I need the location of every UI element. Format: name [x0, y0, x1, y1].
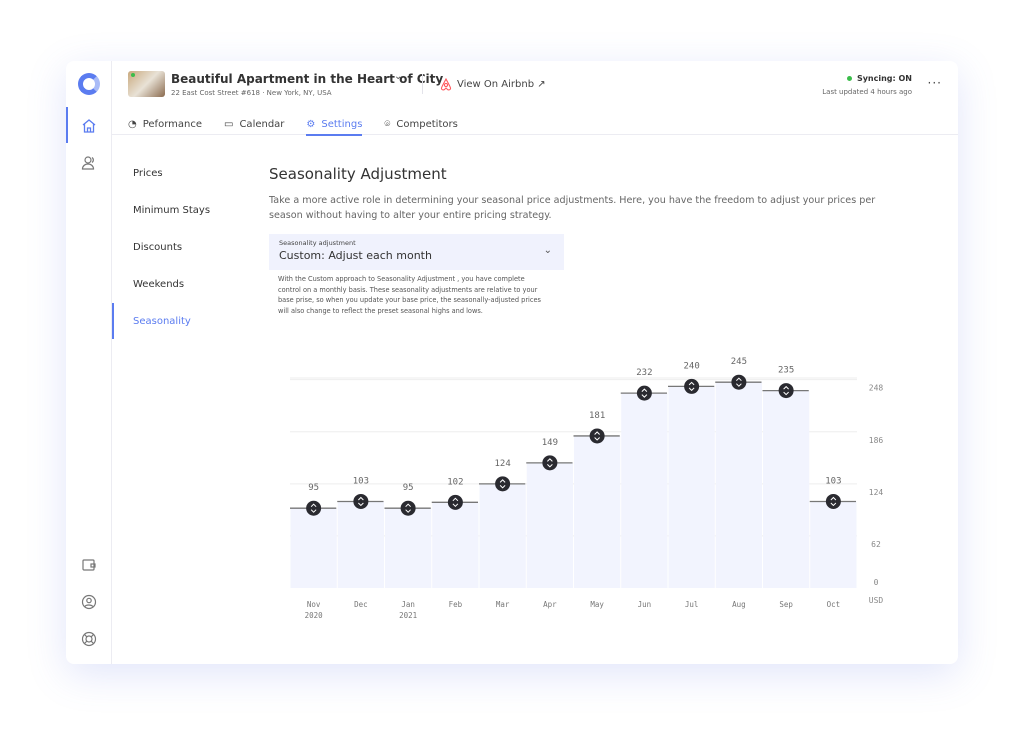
- bar: [432, 502, 479, 588]
- data-label: 245: [731, 357, 747, 367]
- y-tick-label: 0: [874, 578, 879, 587]
- x-tick-label: Jul: [685, 600, 699, 609]
- drag-handle[interactable]: [778, 383, 794, 399]
- x-tick-label: Jan: [401, 600, 415, 609]
- bar: [290, 508, 337, 588]
- data-label: 149: [542, 438, 558, 448]
- bar: [479, 483, 526, 588]
- x-tick-label: Dec: [354, 600, 368, 609]
- seasonality-chart: 0 62 124 186 248 USD 95 Nov 2020 103 Dec 95 Jan 2021 1…: [290, 357, 884, 620]
- drag-handle[interactable]: [542, 455, 558, 471]
- drag-handle[interactable]: [731, 374, 747, 390]
- y-tick-label: 248: [869, 384, 884, 393]
- data-label: 95: [403, 483, 414, 493]
- x-tick-year: 2020: [305, 611, 324, 620]
- data-label: 95: [308, 483, 319, 493]
- data-label: 103: [825, 476, 841, 486]
- drag-handle[interactable]: [400, 500, 416, 516]
- bar: [385, 508, 432, 588]
- data-label: 235: [778, 366, 794, 376]
- data-label: 181: [589, 411, 605, 421]
- drag-handle[interactable]: [495, 476, 511, 492]
- bar: [574, 435, 621, 588]
- bar: [763, 390, 810, 588]
- drag-handle[interactable]: [589, 428, 605, 444]
- y-axis-label: USD: [869, 596, 884, 605]
- drag-handle[interactable]: [684, 378, 700, 394]
- y-tick-label: 124: [869, 488, 884, 497]
- x-tick-label: Feb: [449, 600, 463, 609]
- x-tick-year: 2021: [399, 611, 417, 620]
- x-tick-label: Oct: [827, 600, 841, 609]
- x-tick-label: Jun: [638, 600, 652, 609]
- y-tick-label: 186: [869, 436, 884, 445]
- bar: [337, 501, 384, 588]
- data-label: 103: [353, 476, 369, 486]
- drag-handle[interactable]: [353, 493, 369, 509]
- drag-handle[interactable]: [306, 500, 322, 516]
- x-tick-label: Sep: [779, 600, 793, 609]
- x-tick-label: Aug: [732, 600, 746, 609]
- bar: [526, 462, 573, 588]
- drag-handle[interactable]: [636, 385, 652, 401]
- data-label: 240: [683, 361, 699, 371]
- bar: [810, 501, 857, 588]
- x-tick-label: Mar: [496, 600, 510, 609]
- drag-handle[interactable]: [447, 494, 463, 510]
- data-label: 102: [447, 477, 463, 487]
- x-tick-label: Nov: [307, 600, 321, 609]
- data-label: 124: [494, 459, 510, 469]
- x-tick-label: Apr: [543, 600, 557, 609]
- y-tick-label: 62: [871, 540, 881, 549]
- drag-handle[interactable]: [825, 493, 841, 509]
- x-tick-label: May: [590, 600, 604, 609]
- bar: [668, 386, 715, 588]
- bar: [621, 393, 668, 588]
- bar: [715, 382, 762, 588]
- data-label: 232: [636, 368, 652, 378]
